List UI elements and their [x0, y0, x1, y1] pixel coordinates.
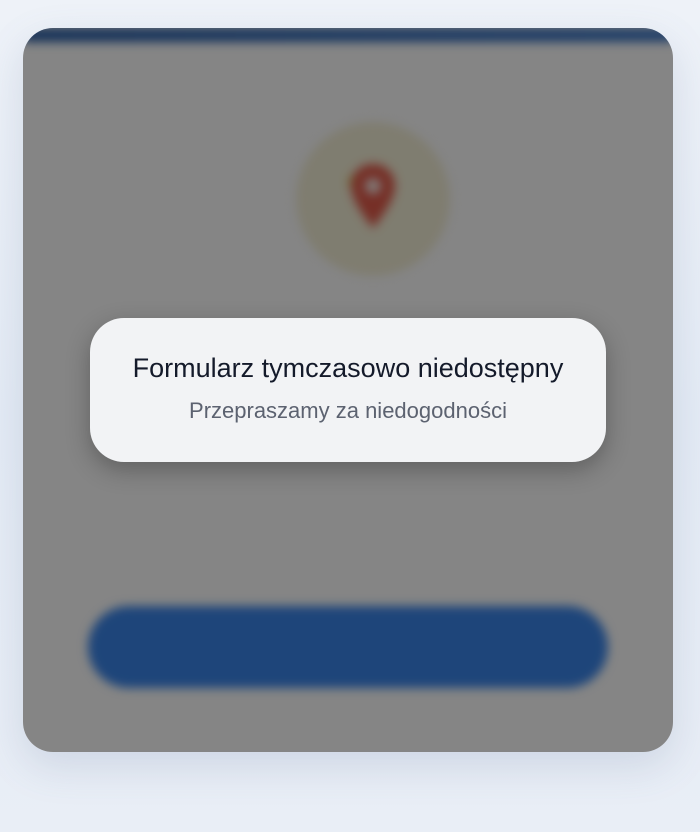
toast-message: Przepraszamy za niedogodności	[189, 397, 507, 423]
toast-title: Formularz tymczasowo niedostępny	[132, 352, 564, 383]
unavailable-toast: Formularz tymczasowo niedostępny Przepra…	[90, 318, 606, 462]
